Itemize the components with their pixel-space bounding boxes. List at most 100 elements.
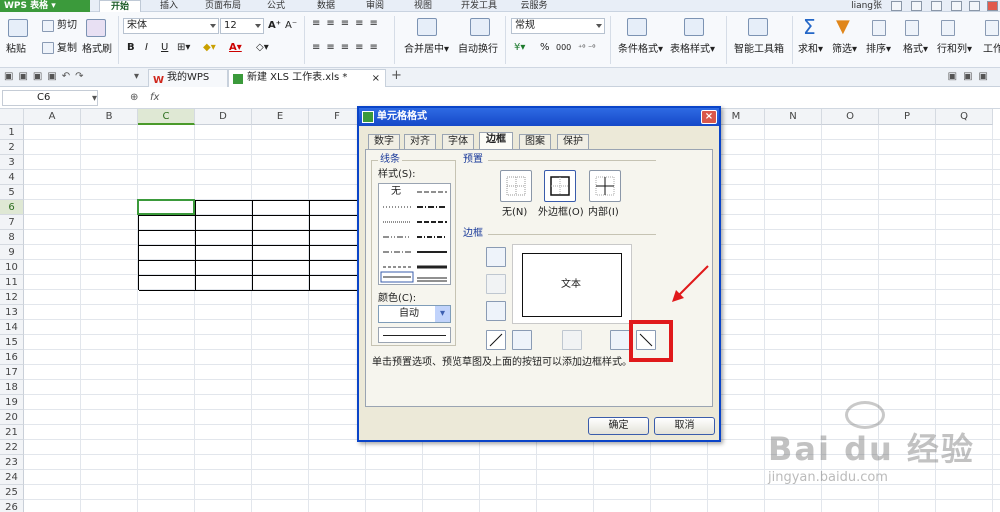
- name-box[interactable]: C6: [2, 90, 98, 106]
- clear-format-icon[interactable]: ◇▾: [256, 42, 269, 54]
- format-button[interactable]: 格式▾: [903, 44, 928, 56]
- table-cell[interactable]: [139, 276, 196, 291]
- tab-view[interactable]: 视图: [405, 0, 441, 12]
- row-header[interactable]: 21: [0, 425, 24, 440]
- borders-icon[interactable]: ⊞▾: [177, 42, 190, 54]
- cut-button[interactable]: 剪切: [57, 20, 77, 32]
- border-left-button[interactable]: [512, 330, 532, 350]
- dialog-tab-number[interactable]: 数字: [368, 134, 400, 150]
- worksheet-button[interactable]: 工作: [983, 44, 1000, 56]
- border-preview[interactable]: 文本: [512, 244, 632, 324]
- border-right-button[interactable]: [610, 330, 630, 350]
- minimize-icon[interactable]: [951, 1, 962, 11]
- active-cell-highlight[interactable]: [137, 199, 195, 215]
- table-cell[interactable]: [196, 201, 253, 216]
- preset-outline-button[interactable]: [544, 170, 576, 202]
- row-header[interactable]: 22: [0, 440, 24, 455]
- row-header[interactable]: 26: [0, 500, 24, 512]
- smart-toolbox-icon[interactable]: [748, 18, 768, 36]
- row-header[interactable]: 7: [0, 215, 24, 230]
- dialog-close-icon[interactable]: ×: [701, 110, 717, 124]
- table-cell[interactable]: [196, 276, 253, 291]
- sort-button[interactable]: 排序▾: [866, 44, 891, 56]
- help-icon[interactable]: [911, 1, 922, 11]
- row-header[interactable]: 17: [0, 365, 24, 380]
- settings-icon[interactable]: [931, 1, 942, 11]
- column-header[interactable]: A: [24, 109, 81, 125]
- close-icon[interactable]: [987, 1, 998, 11]
- tab-insert[interactable]: 插入: [150, 0, 188, 12]
- table-cell[interactable]: [139, 231, 196, 246]
- dialog-tab-alignment[interactable]: 对齐: [404, 134, 436, 150]
- dialog-tab-pattern[interactable]: 图案: [519, 134, 551, 150]
- thousands-button[interactable]: 000: [556, 42, 571, 54]
- tab-cloud[interactable]: 云服务: [512, 0, 556, 12]
- dialog-tab-font[interactable]: 字体: [442, 134, 474, 150]
- skin-icon[interactable]: [891, 1, 902, 11]
- percent-button[interactable]: %: [540, 42, 550, 54]
- row-header[interactable]: 16: [0, 350, 24, 365]
- format-icon[interactable]: [905, 20, 919, 36]
- paste-button[interactable]: 粘贴: [6, 44, 26, 56]
- preset-inside-button[interactable]: [589, 170, 621, 202]
- table-cell[interactable]: [196, 216, 253, 231]
- column-header[interactable]: P: [879, 109, 936, 125]
- conditional-format-icon[interactable]: [627, 18, 647, 36]
- tab-formulas[interactable]: 公式: [258, 0, 294, 12]
- border-center-button[interactable]: [562, 330, 582, 350]
- decimal-icons[interactable]: ⁺⁰ ⁻⁰: [578, 42, 595, 54]
- column-header[interactable]: Q: [936, 109, 993, 125]
- format-painter-button[interactable]: 格式刷: [82, 44, 112, 56]
- dialog-tab-protection[interactable]: 保护: [557, 134, 589, 150]
- column-header[interactable]: C: [138, 109, 195, 125]
- row-col-icon[interactable]: [941, 20, 955, 36]
- select-all-corner[interactable]: [0, 109, 24, 125]
- row-header[interactable]: 14: [0, 320, 24, 335]
- tab-home[interactable]: 开始: [99, 0, 141, 12]
- row-header[interactable]: 18: [0, 380, 24, 395]
- underline-button[interactable]: U: [161, 42, 168, 54]
- vertical-align-icons[interactable]: ≡≡≡≡≡: [312, 18, 384, 30]
- conditional-format-button[interactable]: 条件格式▾: [618, 44, 663, 56]
- smart-toolbox-button[interactable]: 智能工具箱: [734, 44, 784, 56]
- fill-color-icon[interactable]: ◆▾: [203, 42, 216, 54]
- table-cell[interactable]: [253, 231, 310, 246]
- tab-bar-right-icons[interactable]: ▣▣▣: [948, 71, 994, 83]
- row-header[interactable]: 25: [0, 485, 24, 500]
- row-header[interactable]: 2: [0, 140, 24, 155]
- number-format-select[interactable]: 常规: [511, 18, 605, 34]
- tab-developer[interactable]: 开发工具: [452, 0, 506, 12]
- sum-icon[interactable]: Σ: [803, 16, 816, 38]
- line-style-list[interactable]: 无: [378, 183, 451, 285]
- currency-icon[interactable]: ¥▾: [514, 42, 525, 54]
- chevron-down-icon[interactable]: ▾: [92, 93, 97, 105]
- row-header[interactable]: 19: [0, 395, 24, 410]
- tab-my-wps[interactable]: W 我的WPS: [148, 69, 228, 87]
- app-menu-button[interactable]: WPS 表格 ▾: [0, 0, 90, 12]
- color-select[interactable]: 自动 ▾: [378, 305, 451, 323]
- add-tab-icon[interactable]: +: [391, 69, 402, 82]
- font-size-select[interactable]: 12: [220, 18, 264, 34]
- formula-input[interactable]: [178, 92, 998, 106]
- filter-button[interactable]: 筛选▾: [832, 44, 857, 56]
- column-header[interactable]: B: [81, 109, 138, 125]
- wrap-text-button[interactable]: 自动换行: [458, 44, 498, 56]
- format-painter-icon[interactable]: [86, 19, 106, 37]
- horizontal-align-icons[interactable]: ≡≡≡≡≡: [312, 42, 384, 54]
- row-header[interactable]: 15: [0, 335, 24, 350]
- maximize-icon[interactable]: [969, 1, 980, 11]
- ok-button[interactable]: 确定: [588, 417, 649, 435]
- merge-center-icon[interactable]: [417, 18, 437, 36]
- table-cell[interactable]: [139, 261, 196, 276]
- quick-access-icons[interactable]: ▣▣▣▣↶↷: [4, 71, 89, 83]
- dialog-title-bar[interactable]: 单元格格式 ×: [359, 108, 719, 126]
- fx-button[interactable]: fx: [150, 92, 159, 104]
- tab-review[interactable]: 审阅: [357, 0, 393, 12]
- merge-center-button[interactable]: 合并居中▾: [404, 44, 449, 56]
- shrink-font-icon[interactable]: A⁻: [285, 20, 297, 32]
- cut-icon[interactable]: [42, 20, 54, 32]
- close-tab-icon[interactable]: ×: [372, 71, 380, 87]
- column-header[interactable]: O: [822, 109, 879, 125]
- bold-button[interactable]: B: [127, 42, 135, 54]
- column-header[interactable]: N: [765, 109, 822, 125]
